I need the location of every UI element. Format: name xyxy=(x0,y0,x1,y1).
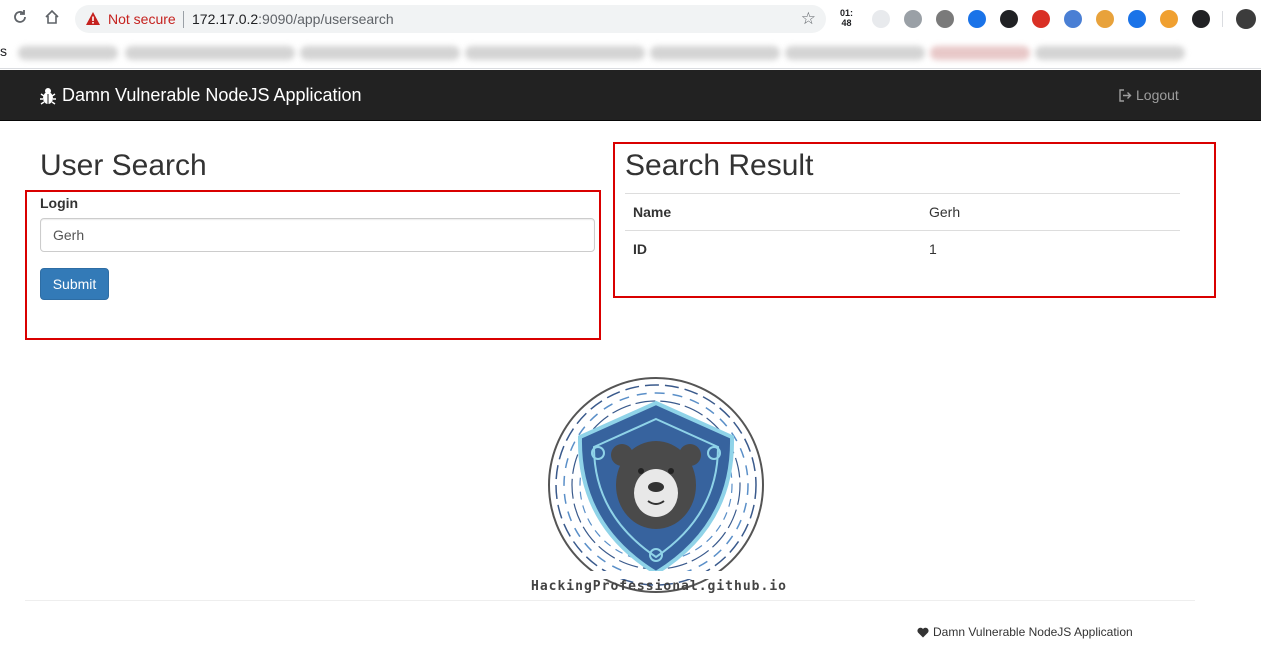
security-label[interactable]: Not secure xyxy=(108,11,176,27)
result-key: ID xyxy=(625,230,921,268)
bookmark-item-blurred[interactable] xyxy=(785,46,925,60)
bookmark-item-blurred[interactable] xyxy=(18,46,118,60)
profile-avatar[interactable] xyxy=(1236,9,1256,29)
annotation-box-search xyxy=(25,190,601,340)
brand-text: Damn Vulnerable NodeJS Application xyxy=(62,85,362,105)
url-separator xyxy=(183,11,184,28)
bookmark-item-blurred[interactable] xyxy=(1035,46,1185,60)
di-extension-icon[interactable] xyxy=(968,10,986,28)
result-value: 1 xyxy=(921,230,1180,268)
logout-icon xyxy=(1119,88,1132,102)
bookmark-item-blurred[interactable] xyxy=(465,46,645,60)
search-title: User Search xyxy=(40,149,207,182)
hexagon-extension-icon[interactable] xyxy=(936,10,954,28)
clock-line-2: 48 xyxy=(841,18,852,28)
grid-extension-icon[interactable] xyxy=(872,10,890,28)
url-host: 172.17.0.2 xyxy=(192,11,259,27)
table-row: Name Gerh xyxy=(625,193,1180,231)
globe-extension-icon[interactable] xyxy=(1064,10,1082,28)
bookmark-item-blurred[interactable] xyxy=(300,46,460,60)
address-bar[interactable]: Not secure 172.17.0.2:9090/app/usersearc… xyxy=(75,5,826,33)
bookmark-item-blurred[interactable] xyxy=(125,46,295,60)
result-value: Gerh xyxy=(921,193,1180,231)
clock-extension-icon[interactable]: 01: 48 xyxy=(840,8,853,28)
bookmark-item-blurred[interactable] xyxy=(930,46,1030,60)
toolbar-divider xyxy=(1222,11,1223,27)
camera-extension-icon[interactable] xyxy=(904,10,922,28)
url-text[interactable]: 172.17.0.2:9090/app/usersearch xyxy=(192,11,394,27)
footer: Damn Vulnerable NodeJS Application xyxy=(917,625,1133,639)
bug-icon xyxy=(40,87,56,105)
result-title: Search Result xyxy=(625,149,814,182)
login-input[interactable] xyxy=(40,218,595,252)
table-row: ID 1 xyxy=(625,230,1180,268)
bookmark-star-icon[interactable]: ☆ xyxy=(801,9,816,29)
home-icon[interactable] xyxy=(42,9,62,29)
document-extension-icon[interactable] xyxy=(1192,10,1210,28)
sa-extension-icon[interactable] xyxy=(1000,10,1018,28)
browser-toolbar: Not secure 172.17.0.2:9090/app/usersearc… xyxy=(0,0,1261,38)
bookmark-item[interactable]: s xyxy=(0,43,7,59)
url-path: :9090/app/usersearch xyxy=(258,11,394,27)
eye-extension-icon[interactable] xyxy=(1128,10,1146,28)
footer-divider xyxy=(25,600,1195,601)
login-label: Login xyxy=(40,195,79,211)
fox-extension-icon[interactable] xyxy=(1096,10,1114,28)
reload-icon[interactable] xyxy=(10,9,30,29)
app-navbar: Damn Vulnerable NodeJS Application Logou… xyxy=(0,70,1261,121)
footer-text: Damn Vulnerable NodeJS Application xyxy=(933,625,1133,639)
submit-button[interactable]: Submit xyxy=(40,268,109,300)
bear-shield-logo xyxy=(548,377,768,593)
result-key: Name xyxy=(625,193,921,231)
navbar-brand[interactable]: Damn Vulnerable NodeJS Application xyxy=(40,85,362,106)
logout-label: Logout xyxy=(1136,87,1179,103)
cookie-extension-icon[interactable] xyxy=(1160,10,1178,28)
warning-icon xyxy=(86,12,100,25)
bookmark-item-blurred[interactable] xyxy=(650,46,780,60)
heart-icon xyxy=(917,627,929,637)
result-table: Name Gerh ID 1 xyxy=(625,193,1180,268)
blocker-extension-icon[interactable] xyxy=(1032,10,1050,28)
clock-line-1: 01: xyxy=(840,8,854,18)
bookmarks-bar: s xyxy=(0,38,1261,69)
logo-caption: HackingProfessional.github.io xyxy=(531,579,787,594)
logout-link[interactable]: Logout xyxy=(1119,87,1179,103)
